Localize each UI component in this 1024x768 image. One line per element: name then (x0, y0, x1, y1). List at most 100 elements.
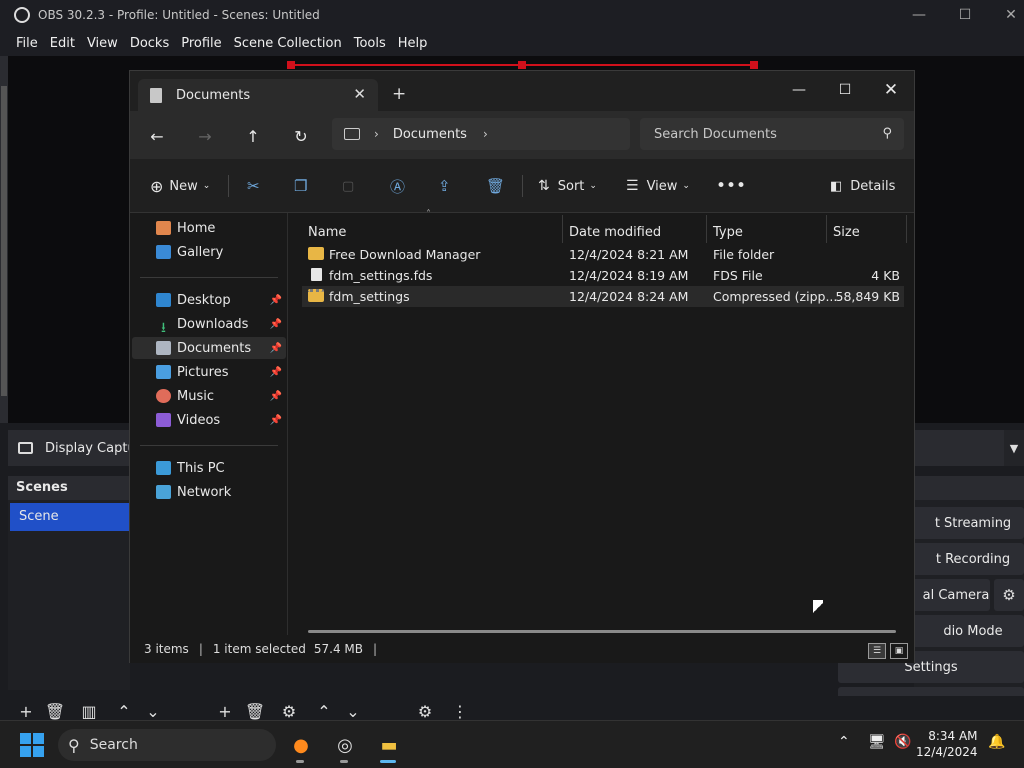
more-icon[interactable]: ••• (716, 175, 746, 197)
minimize-icon[interactable]: — (776, 75, 822, 105)
nav-item-desktop[interactable]: Desktop 📌 (132, 289, 286, 311)
minimize-icon[interactable]: — (896, 0, 942, 30)
tab-documents[interactable]: Documents ✕ (138, 79, 378, 111)
up-icon[interactable]: ↑ (238, 123, 268, 149)
column-divider[interactable] (562, 215, 563, 243)
resize-handle[interactable] (518, 61, 526, 69)
share-icon[interactable]: ⇪ (438, 175, 451, 197)
nav-item-documents[interactable]: Documents 📌 (132, 337, 286, 359)
network-tray-icon[interactable]: 🖥 (868, 734, 886, 750)
close-icon[interactable]: ✕ (988, 0, 1024, 30)
menu-tools[interactable]: Tools (354, 36, 386, 51)
paste-icon[interactable]: ▢ (342, 175, 354, 197)
filter-icon[interactable]: ▥ (77, 700, 101, 722)
nav-item-home[interactable]: Home (132, 217, 286, 239)
rename-icon[interactable]: Ⓐ (390, 175, 405, 197)
large-icons-view-icon[interactable]: ▣ (890, 643, 908, 659)
menu-scene-collection[interactable]: Scene Collection (234, 36, 342, 51)
view-button[interactable]: ☰ View ⌄ (626, 175, 690, 197)
add-icon[interactable]: + (14, 700, 38, 722)
column-divider[interactable] (906, 215, 907, 243)
arrow-up-icon[interactable]: ⌃ (312, 700, 336, 722)
arrow-down-icon[interactable]: ⌄ (141, 700, 165, 722)
arrow-up-icon[interactable]: ⌃ (112, 700, 136, 722)
close-tab-icon[interactable]: ✕ (353, 85, 366, 103)
taskbar-search[interactable]: ⚲ Search (58, 729, 276, 761)
trash-icon[interactable]: 🗑 (243, 700, 267, 722)
new-tab-icon[interactable]: + (392, 84, 406, 104)
address-bar[interactable]: › Documents › (332, 118, 630, 150)
column-divider[interactable] (826, 215, 827, 243)
back-icon[interactable]: ← (142, 123, 172, 149)
refresh-icon[interactable]: ↻ (286, 123, 316, 149)
nav-item-pictures[interactable]: Pictures 📌 (132, 361, 286, 383)
column-header-size[interactable]: Size (833, 219, 860, 245)
column-divider[interactable] (706, 215, 707, 243)
horizontal-scrollbar[interactable] (308, 630, 896, 633)
details-button[interactable]: ◧ Details (830, 175, 895, 197)
download-icon: ⭳ (161, 320, 166, 336)
file-size: 4 KB (871, 268, 900, 283)
arrow-down-icon[interactable]: ⌄ (341, 700, 365, 722)
left-scrollbar[interactable] (0, 56, 8, 423)
chevron-down-icon[interactable]: ▼ (1004, 430, 1024, 466)
trash-icon[interactable]: 🗑 (43, 700, 67, 722)
search-input[interactable]: Search Documents ⚲ (640, 118, 904, 150)
close-icon[interactable]: ✕ (868, 75, 914, 105)
file-explorer-icon[interactable]: ▬ (374, 730, 404, 760)
file-row-selected[interactable]: fdm_settings 12/4/2024 8:24 AM Compresse… (302, 286, 904, 307)
details-view-icon[interactable]: ☰ (868, 643, 886, 659)
chevron-right-icon[interactable]: › (374, 127, 379, 141)
column-header-type[interactable]: Type (713, 219, 743, 245)
breadcrumb-documents[interactable]: Documents (393, 127, 467, 142)
nav-item-network[interactable]: Network (132, 481, 286, 503)
clock-date: 12/4/2024 (916, 745, 978, 759)
obs-icon[interactable]: ◎ (330, 730, 360, 760)
search-icon[interactable]: ⚲ (882, 126, 892, 141)
file-row[interactable]: fdm_settings.fds 12/4/2024 8:19 AM FDS F… (302, 265, 904, 286)
menu-docks[interactable]: Docks (130, 36, 169, 51)
forward-icon[interactable]: → (190, 123, 220, 149)
menu-profile[interactable]: Profile (181, 36, 221, 51)
sort-button[interactable]: ⇅ Sort ⌄ (538, 175, 597, 197)
scene-list-item[interactable]: Scene (10, 503, 130, 531)
pin-icon[interactable]: 📌 (270, 295, 282, 306)
menu-file[interactable]: File (16, 36, 38, 51)
add-icon[interactable]: + (213, 700, 237, 722)
pin-icon[interactable]: 📌 (270, 367, 282, 378)
firefox-icon[interactable]: ● (286, 730, 316, 760)
notification-icon[interactable]: 🔔 (988, 734, 1005, 750)
start-button[interactable] (20, 733, 44, 757)
more-vertical-icon[interactable]: ⋮ (448, 700, 472, 722)
clock[interactable]: 8:34 AM 12/4/2024 (916, 728, 978, 760)
maximize-icon[interactable]: ☐ (942, 0, 988, 30)
delete-icon[interactable]: 🗑 (486, 175, 505, 197)
chevron-up-icon[interactable]: ⌃ (838, 734, 850, 750)
nav-item-downloads[interactable]: ⭳ Downloads 📌 (132, 313, 286, 337)
file-row[interactable]: Free Download Manager 12/4/2024 8:21 AM … (302, 244, 904, 265)
menu-help[interactable]: Help (398, 36, 428, 51)
cut-icon[interactable]: ✂ (247, 175, 260, 197)
pin-icon[interactable]: 📌 (270, 391, 282, 402)
column-header-date[interactable]: Date modified (569, 219, 661, 245)
gear-icon[interactable]: ⚙ (994, 579, 1024, 611)
copy-icon[interactable]: ❐ (294, 175, 307, 197)
nav-item-videos[interactable]: Videos 📌 (132, 409, 286, 431)
pin-icon[interactable]: 📌 (270, 343, 282, 354)
gears-icon[interactable]: ⚙ (413, 700, 437, 722)
nav-item-gallery[interactable]: Gallery (132, 241, 286, 263)
nav-item-this-pc[interactable]: This PC (132, 457, 286, 479)
chevron-right-icon[interactable]: › (483, 127, 488, 141)
gear-icon[interactable]: ⚙ (277, 700, 301, 722)
menu-edit[interactable]: Edit (50, 36, 75, 51)
menu-view[interactable]: View (87, 36, 118, 51)
nav-item-music[interactable]: Music 📌 (132, 385, 286, 407)
pin-icon[interactable]: 📌 (270, 319, 282, 330)
maximize-icon[interactable]: ☐ (822, 75, 868, 105)
new-button[interactable]: ⊕ New ⌄ (150, 175, 210, 197)
column-header-name[interactable]: Name (308, 219, 346, 245)
volume-muted-icon[interactable]: 🔇 (894, 734, 911, 750)
pin-icon[interactable]: 📌 (270, 415, 282, 426)
resize-handle[interactable] (287, 61, 295, 69)
resize-handle[interactable] (750, 61, 758, 69)
